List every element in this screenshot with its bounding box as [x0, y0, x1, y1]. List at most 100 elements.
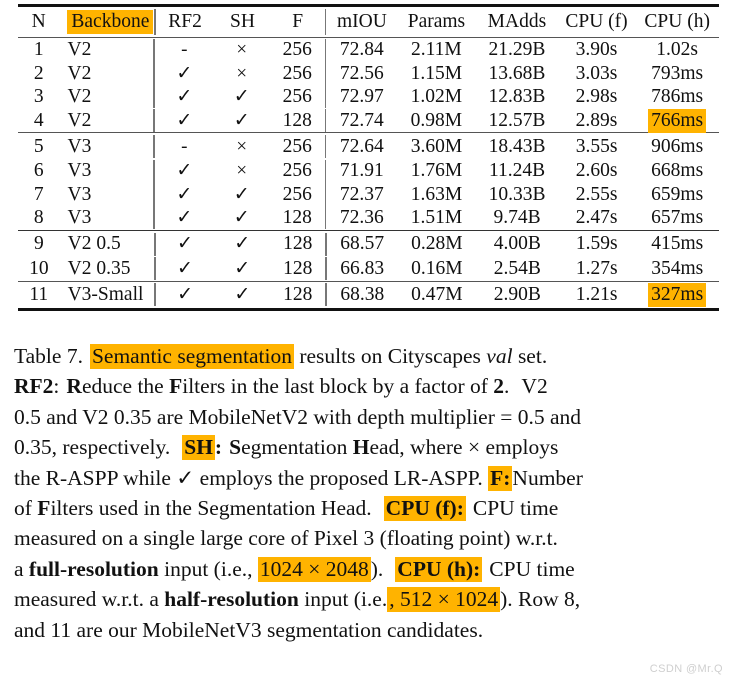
cell-params: 0.98M [410, 109, 463, 131]
caption-l2-colon: : [53, 374, 60, 399]
caption-l6-tail: CPU time [472, 496, 559, 521]
check-icon-rf2: ✓ [176, 233, 193, 255]
caption-l4-ead-where: ead, where [369, 435, 463, 460]
cell-params: 1.15M [410, 62, 463, 84]
check-icon-sh: ✓ [234, 233, 251, 255]
caption-l6-of: of [14, 496, 32, 521]
cell-n: 9 [33, 233, 44, 255]
caption-line-8: a full-resolution input (i.e., 1024 × 20… [14, 554, 724, 584]
column-header-n: N [31, 11, 46, 33]
cell-miou: 72.97 [339, 86, 384, 108]
cell-cpu-h: 659ms [651, 183, 704, 205]
results-table: N Backbone RF2 SH F mIOU Params MAdds CP… [18, 7, 719, 37]
cell-f: 256 [282, 135, 312, 157]
check-icon-rf2: ✓ [177, 284, 193, 306]
cell-n: 6 [33, 160, 44, 182]
dash-icon-rf2: - [181, 135, 188, 157]
caption-l9-a: measured w.r.t. a [14, 587, 159, 612]
cell-cpu-h: 327ms [648, 283, 707, 308]
check-icon-rf2: ✓ [176, 160, 193, 182]
check-icon-rf2: ✓ [176, 62, 193, 84]
cell-madds: 13.68B [488, 62, 546, 84]
cell-f: 256 [282, 39, 312, 61]
cell-backbone: V3 [67, 183, 92, 205]
caption-table-label: Table 7. [14, 344, 83, 368]
cell-params: 2.11M [411, 39, 462, 61]
caption-l5-c: Number [512, 465, 583, 490]
cell-f: 256 [282, 160, 312, 182]
cell-madds: 10.33B [488, 183, 546, 205]
cell-f: 128 [282, 207, 312, 229]
check-icon-sh: ✓ [234, 258, 251, 280]
cell-params: 0.47M [411, 284, 463, 306]
cell-cpu-f: 3.03s [575, 62, 618, 84]
cell-f: 128 [283, 258, 313, 280]
cell-n: 2 [33, 62, 44, 84]
cell-madds: 12.57B [488, 109, 546, 131]
table-row: 9 V2 0.5 ✓ ✓ 128 68.57 0.28M 4.00B 1.59s 415ms [18, 231, 719, 257]
check-icon-rf2: ✓ [176, 86, 193, 108]
cross-icon-sh: × [236, 39, 248, 61]
table-row: 11 V3-Small ✓ ✓ 128 68.38 0.47M 2.90B 1.21s 327ms [18, 282, 719, 308]
cell-cpu-h: 766ms [648, 108, 707, 133]
cell-madds: 18.43B [488, 135, 546, 157]
caption-l2-educe: educe the [81, 374, 164, 399]
cell-params: 1.02M [410, 86, 463, 108]
caption-line-7: measured on a single large core of Pixel… [14, 526, 558, 551]
column-header-sh: SH [229, 11, 255, 33]
cell-f: 256 [282, 62, 312, 84]
cell-params: 1.63M [410, 183, 463, 205]
caption-l8-c: ). [370, 556, 384, 581]
caption-l4-h: H [352, 435, 370, 460]
caption-line-5: the R-ASPP while ✓ employs the proposed … [14, 463, 724, 493]
cell-backbone: V3 [67, 207, 92, 229]
cell-f: 128 [282, 109, 312, 131]
cell-cpu-f: 2.98s [575, 86, 618, 108]
caption-highlight-cpu-h: CPU (h): [395, 556, 483, 582]
cell-n: 1 [33, 39, 44, 61]
cell-backbone: V2 0.35 [67, 258, 131, 280]
cell-f: 128 [283, 284, 313, 306]
check-icon-rf2: ✓ [176, 183, 193, 205]
cell-miou: 72.84 [339, 39, 384, 61]
caption-l1-tail-a: results on Cityscapes [299, 344, 481, 368]
figure-page: N Backbone RF2 SH F mIOU Params MAdds CP… [0, 0, 737, 684]
cell-cpu-h: 906ms [651, 135, 704, 157]
caption-line-9: measured w.r.t. a half-resolution input … [14, 584, 724, 614]
table-row: 3 V2 ✓ ✓ 256 72.97 1.02M 12.83B 2.98s 786ms [18, 85, 719, 109]
cell-cpu-f: 1.27s [575, 258, 618, 280]
cell-cpu-h: 1.02s [656, 39, 698, 61]
caption-l4-employs: employs [485, 435, 559, 460]
cell-cpu-f: 3.55s [575, 135, 618, 157]
cross-icon-sh: × [236, 135, 248, 157]
cell-cpu-h: 657ms [651, 207, 704, 229]
results-table-container: N Backbone RF2 SH F mIOU Params MAdds CP… [18, 4, 719, 311]
column-header-madds: MAdds [487, 11, 547, 33]
caption-line-4: 0.35, respectively. SH: Segmentation Head,… [14, 432, 724, 462]
caption-l8-d: CPU time [489, 556, 575, 581]
cell-backbone: V3 [67, 135, 92, 157]
table-group-reduced: 9 V2 0.5 ✓ ✓ 128 68.57 0.28M 4.00B 1.59s 415ms 10 V… [18, 231, 719, 281]
table-bottom-rule [18, 307, 719, 311]
cell-n: 8 [33, 207, 44, 229]
cross-icon-sh: × [236, 160, 248, 182]
cross-icon-sh: × [236, 62, 248, 84]
caption-l9-b: input (i.e. [304, 587, 388, 612]
caption-line-3: 0.5 and V2 0.35 are MobileNetV2 with dep… [14, 404, 582, 429]
cell-madds: 12.83B [488, 86, 546, 108]
cell-cpu-f: 2.55s [575, 183, 618, 205]
cell-n: 4 [33, 109, 44, 131]
caption-highlight-semantic-segmentation: Semantic segmentation [89, 344, 294, 369]
cell-cpu-h: 786ms [651, 86, 704, 108]
caption-l2-two: 2 [493, 374, 505, 399]
caption-highlight-half-res: , 512 × 1024 [387, 587, 501, 613]
column-header-rf2: RF2 [168, 11, 202, 33]
cell-backbone: V2 [67, 62, 92, 84]
cell-cpu-f: 3.90s [575, 39, 618, 61]
caption-line-1: Table 7. Semantic segmentation results on… [14, 341, 724, 371]
check-icon-rf2: ✓ [176, 258, 193, 280]
caption-l6-ilters: ilters used in the Segmentation Head. [50, 496, 372, 521]
caption-l5-b: employs the proposed LR-ASPP. [199, 465, 483, 490]
cell-miou: 68.57 [340, 233, 385, 255]
check-icon-rf2: ✓ [176, 109, 193, 131]
